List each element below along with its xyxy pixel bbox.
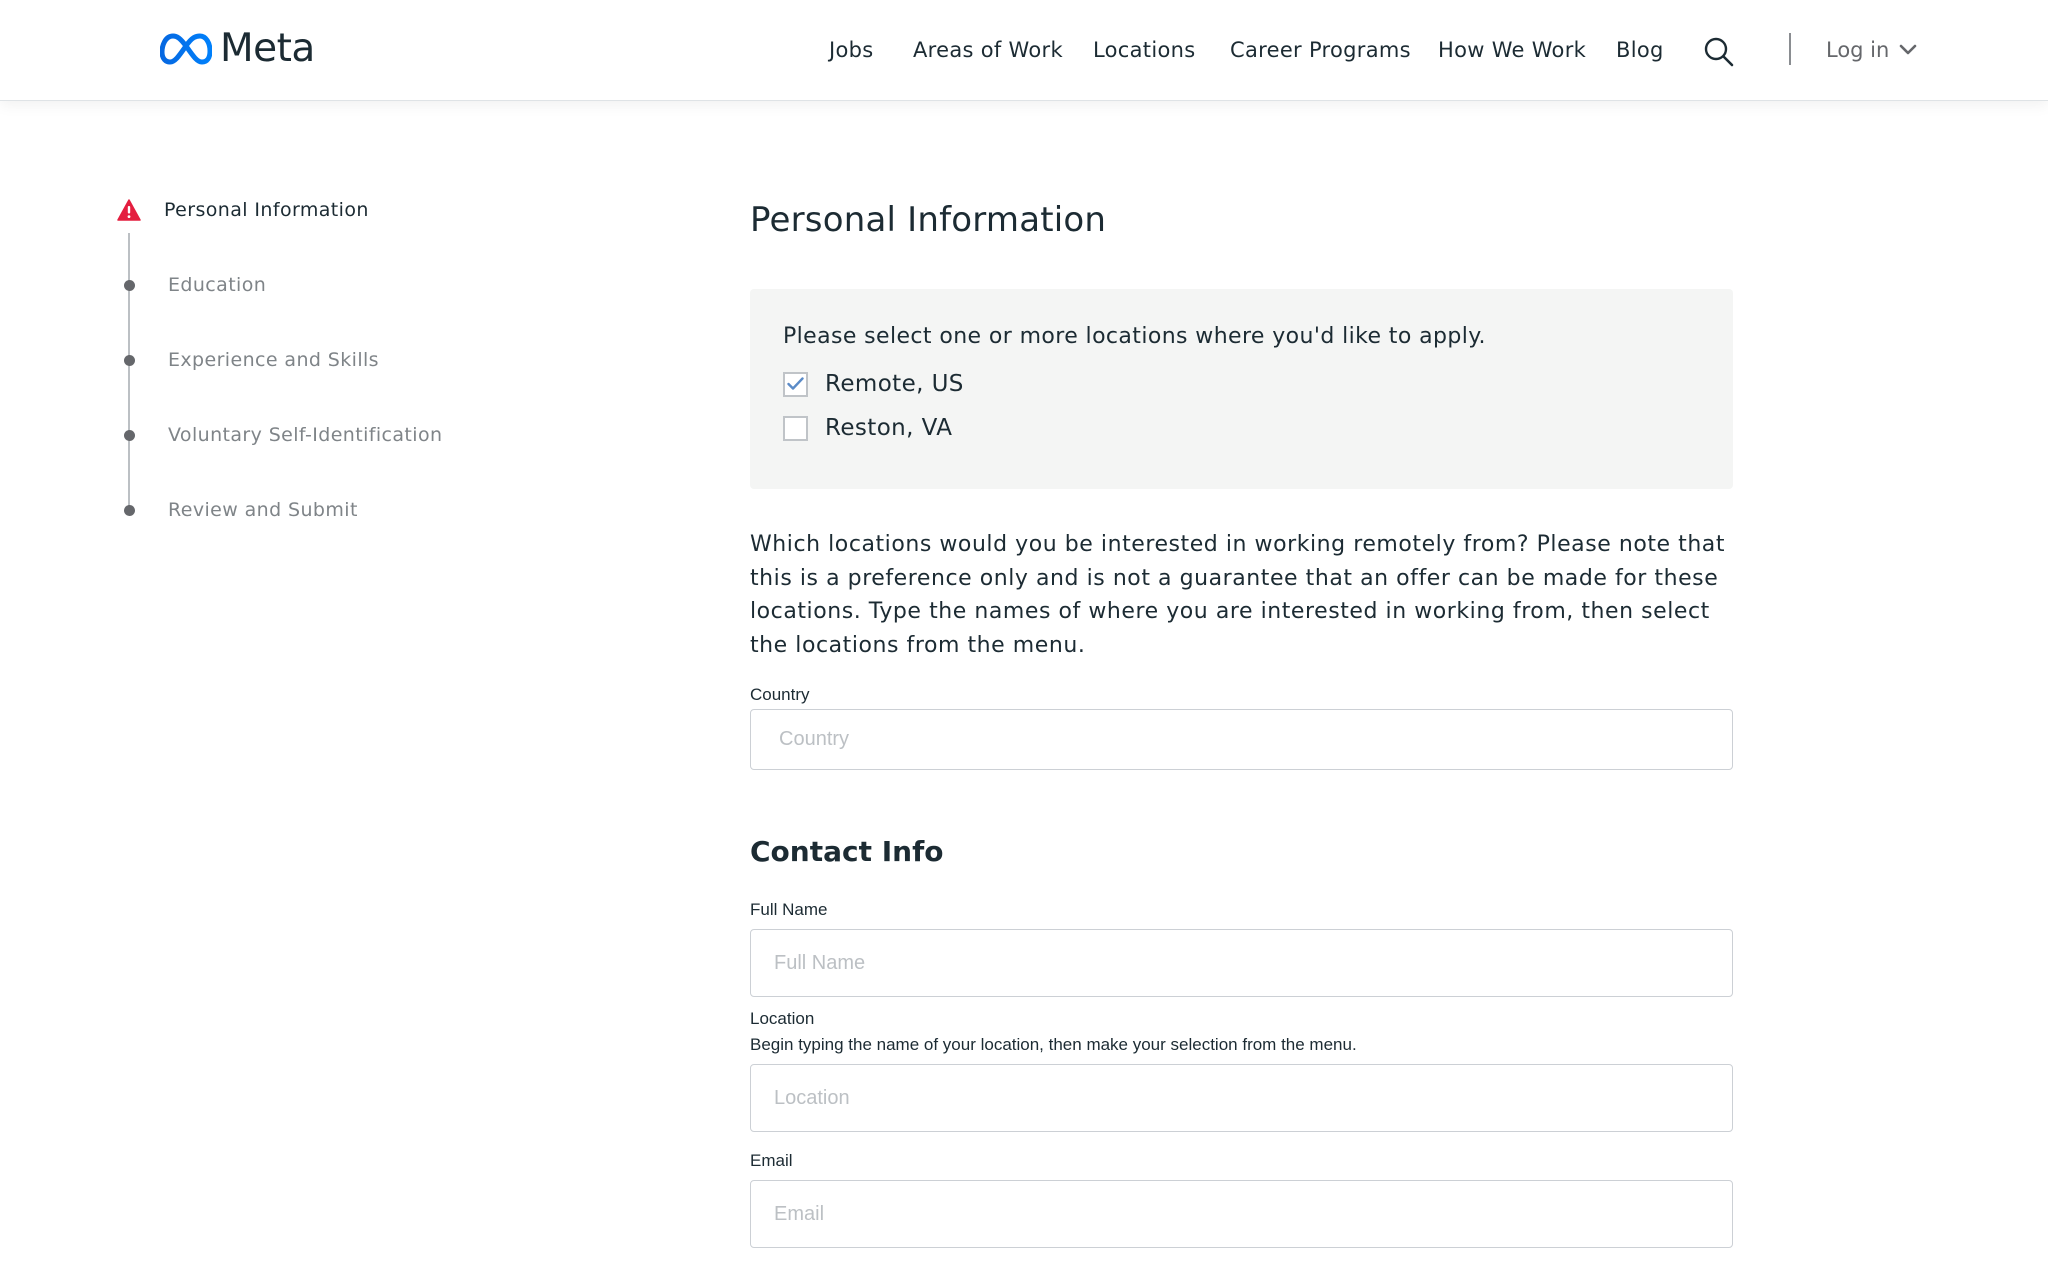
full-name-label: Full Name — [750, 900, 828, 919]
step-review-and-submit[interactable]: Review and Submit — [110, 499, 358, 521]
brand-name: Meta — [220, 26, 315, 71]
site-header: Meta Jobs Areas of Work Locations Career… — [0, 0, 2048, 101]
application-form: Personal Information Please select one o… — [750, 200, 1733, 1248]
warning-icon — [117, 199, 141, 221]
step-education[interactable]: Education — [110, 274, 266, 296]
nav-divider — [1789, 33, 1791, 65]
country-label: Country — [750, 685, 810, 704]
nav-career-programs[interactable]: Career Programs — [1230, 38, 1411, 62]
chevron-down-icon — [1900, 44, 1917, 55]
application-stepper: Personal Information Education Experienc… — [110, 195, 510, 535]
step-label: Education — [168, 274, 267, 296]
nav-locations[interactable]: Locations — [1093, 38, 1195, 62]
full-name-input[interactable] — [750, 929, 1733, 997]
contact-info-title: Contact Info — [750, 835, 944, 868]
checkbox-unchecked[interactable] — [783, 415, 808, 441]
nav-how-we-work[interactable]: How We Work — [1438, 38, 1586, 62]
login-dropdown[interactable]: Log in — [1826, 38, 1917, 62]
nav-blog[interactable]: Blog — [1616, 38, 1664, 62]
location-option-label: Remote, US — [825, 371, 964, 397]
search-icon[interactable] — [1703, 36, 1735, 68]
login-label: Log in — [1826, 38, 1890, 62]
step-label: Voluntary Self-Identification — [168, 424, 443, 446]
location-option-reston-va[interactable]: Reston, VA — [783, 415, 952, 441]
checkmark-icon — [787, 377, 804, 390]
step-voluntary-self-identification[interactable]: Voluntary Self-Identification — [110, 424, 442, 446]
location-prompt: Please select one or more locations wher… — [783, 324, 1486, 349]
step-personal-information[interactable]: Personal Information — [110, 199, 369, 221]
step-label: Personal Information — [164, 199, 369, 221]
country-input[interactable] — [750, 709, 1733, 770]
location-input[interactable] — [750, 1064, 1733, 1132]
step-dot — [123, 429, 135, 441]
step-dot — [123, 354, 135, 366]
location-option-label: Reston, VA — [825, 415, 953, 441]
nav-areas-of-work[interactable]: Areas of Work — [913, 38, 1063, 62]
location-option-remote-us[interactable]: Remote, US — [783, 371, 964, 397]
step-label: Review and Submit — [168, 499, 358, 521]
email-label: Email — [750, 1151, 793, 1170]
email-input[interactable] — [750, 1180, 1733, 1248]
step-dot — [123, 504, 135, 516]
page-title: Personal Information — [750, 200, 1107, 240]
location-selection-panel: Please select one or more locations wher… — [750, 289, 1733, 489]
step-label: Experience and Skills — [168, 349, 379, 371]
meta-infinity-icon — [160, 33, 212, 64]
checkbox-checked[interactable] — [783, 371, 808, 397]
nav-jobs[interactable]: Jobs — [829, 38, 874, 62]
location-label: Location — [750, 1009, 815, 1028]
step-dot — [123, 279, 135, 291]
location-help-text: Begin typing the name of your location, … — [750, 1035, 1357, 1054]
step-experience-and-skills[interactable]: Experience and Skills — [110, 349, 379, 371]
remote-locations-question: Which locations would you be interested … — [750, 532, 1726, 658]
meta-logo[interactable]: Meta — [160, 26, 315, 71]
